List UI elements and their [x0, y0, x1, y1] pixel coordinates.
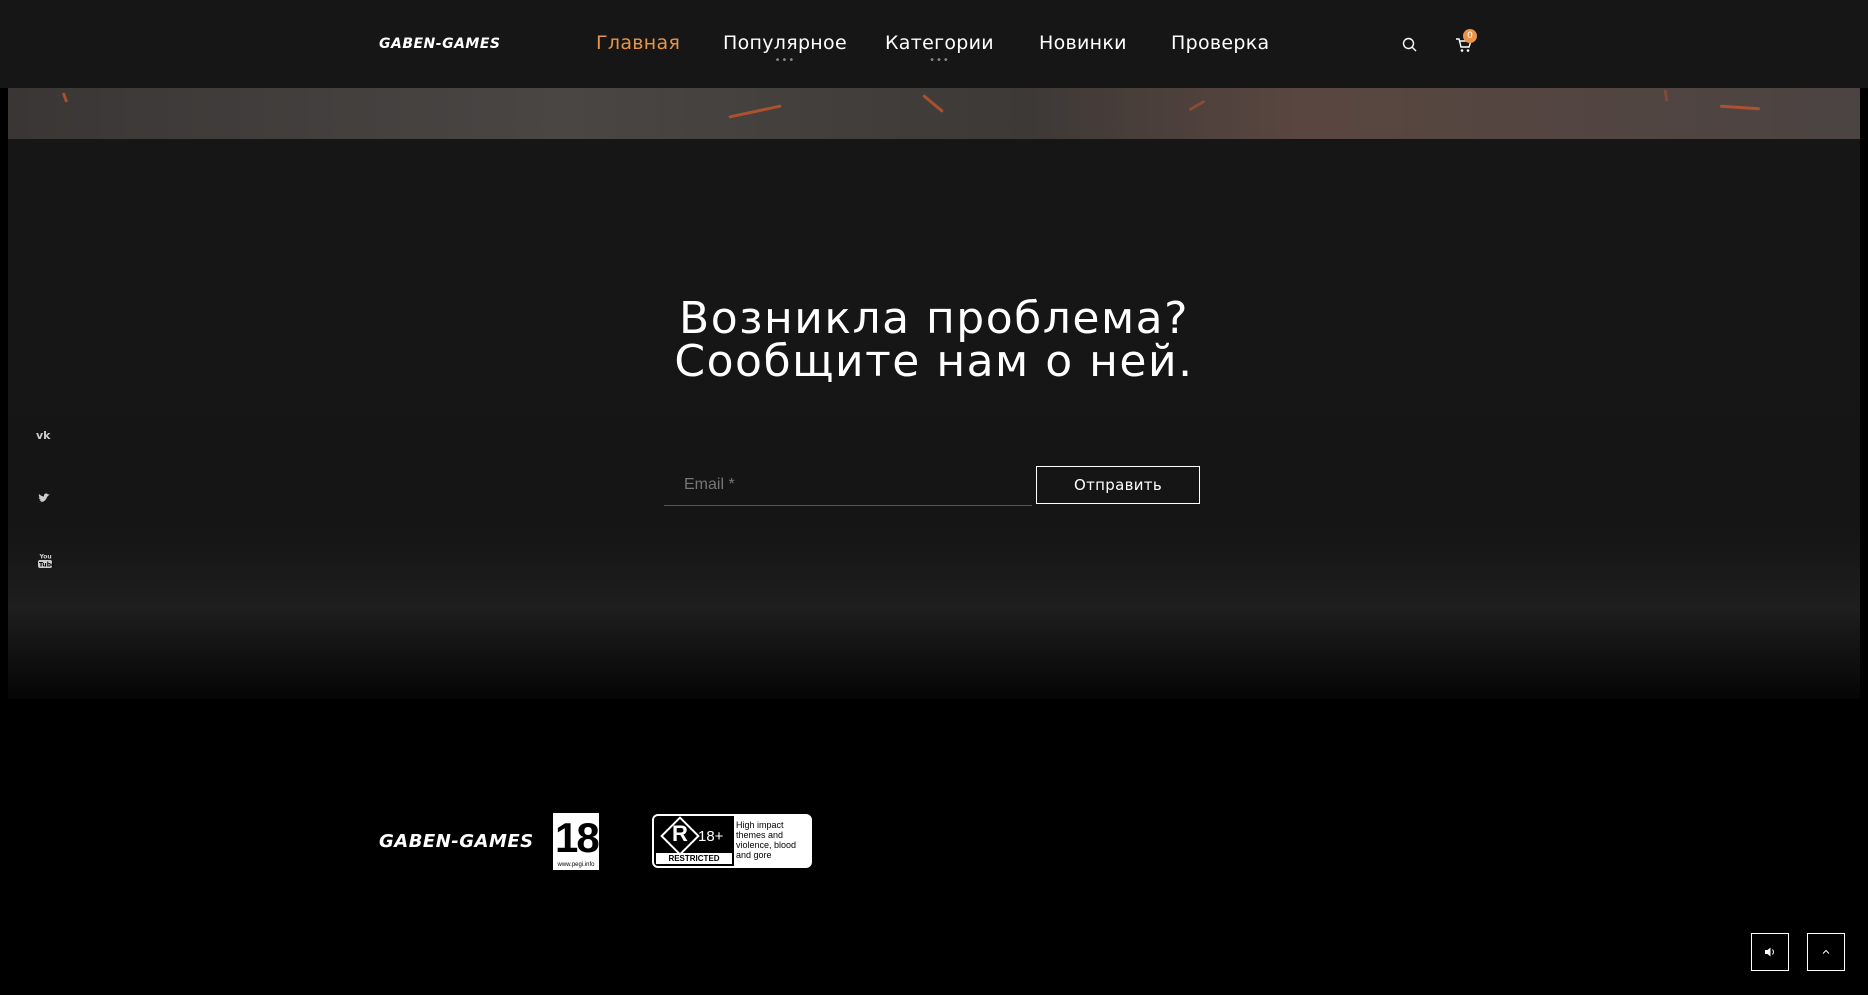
hero-banner-strip [8, 88, 1860, 139]
nav-item-label: Категории [885, 32, 994, 54]
twitter-icon[interactable] [36, 489, 54, 507]
nav-item-categories[interactable]: Категории ••• [885, 32, 994, 66]
nav-item-label: Новинки [1039, 32, 1127, 54]
ember-decoration [61, 92, 69, 103]
pegi-site: www.pegi.info [557, 862, 595, 868]
pegi-age: 18 [555, 814, 600, 861]
submit-button[interactable]: Отправить [1036, 466, 1200, 504]
nav-item-label: Проверка [1171, 32, 1270, 54]
ember-decoration [1663, 89, 1669, 102]
vk-icon[interactable]: vk [36, 426, 54, 444]
chevron-up-icon [1822, 949, 1830, 954]
scroll-to-top-button[interactable] [1807, 933, 1845, 971]
submenu-indicator: ••• [929, 55, 950, 66]
svg-text:vk: vk [36, 429, 51, 442]
search-icon[interactable] [1401, 36, 1419, 54]
rating-age: 18+ [698, 828, 724, 845]
nav-item-check[interactable]: Проверка [1171, 32, 1269, 54]
svg-text:You: You [39, 554, 52, 561]
nav-item-label: Популярное [723, 32, 847, 54]
submenu-indicator: ••• [774, 55, 796, 66]
volume-icon [1765, 947, 1774, 957]
ember-decoration [1719, 104, 1761, 111]
nav-item-label: Главная [596, 32, 681, 54]
cart-count-badge: 0 [1463, 29, 1477, 43]
feedback-section: Возникла проблема? Сообщите нам о ней. [8, 139, 1860, 699]
ember-decoration [728, 104, 782, 119]
pegi-rating-badge: 18 www.pegi.info [553, 813, 600, 870]
feedback-headline-line2: Сообщите нам о ней. [674, 336, 1194, 387]
email-field[interactable] [664, 464, 1032, 506]
rating-label: RESTRICTED [656, 853, 732, 864]
rating-symbol-panel: R 18+ RESTRICTED [654, 816, 734, 866]
sound-toggle-button[interactable] [1751, 933, 1789, 971]
ember-decoration [922, 93, 944, 114]
nav-item-popular[interactable]: Популярное ••• [723, 32, 847, 66]
svg-text:Tube: Tube [39, 562, 54, 569]
nav-item-new[interactable]: Новинки [1039, 32, 1127, 54]
site-logo[interactable]: GABEN-GAMES [379, 36, 501, 52]
rating-description: High impact themes and violence, blood a… [736, 820, 797, 860]
footer-logo[interactable]: GABEN-GAMES [379, 831, 534, 852]
site-header: GABEN-GAMES Главная Популярное ••• Катег… [0, 0, 1868, 88]
nav-item-home[interactable]: Главная [596, 32, 680, 54]
youtube-icon[interactable]: You Tube [36, 552, 55, 570]
classification-rating-badge: R 18+ RESTRICTED High impact themes and … [652, 814, 812, 868]
ember-decoration [1188, 99, 1206, 112]
rating-letter: R [672, 821, 688, 846]
